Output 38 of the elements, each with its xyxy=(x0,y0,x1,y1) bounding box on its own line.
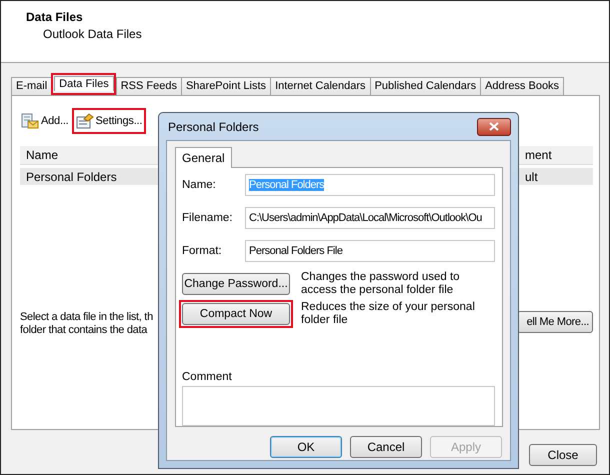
dialog-title: Personal Folders xyxy=(168,120,259,134)
tab[interactable]: SharePoint Lists xyxy=(180,77,272,95)
window-subtitle: Outlook Data Files xyxy=(43,27,142,41)
action-button[interactable]: Compact Now xyxy=(182,303,290,325)
hint-text: folder that contains the data xyxy=(20,324,148,337)
tell-me-more-button[interactable]: ell Me More... xyxy=(517,311,593,333)
tab[interactable]: E-mail xyxy=(11,77,52,95)
list-cell-text: Personal Folders xyxy=(25,170,118,184)
dialog-button[interactable]: OK xyxy=(270,436,342,458)
hint-text: Select a data file in the list, th xyxy=(20,311,154,324)
field-label: Name: xyxy=(182,179,217,191)
text-field[interactable]: Personal Folders File xyxy=(245,240,495,262)
window-title: Data Files xyxy=(26,10,83,24)
mail-icon xyxy=(21,113,39,129)
tab[interactable]: General xyxy=(175,147,232,168)
tab[interactable]: Published Calendars xyxy=(370,77,482,95)
list-cell-text: ult xyxy=(525,170,539,184)
document-icon xyxy=(76,113,94,129)
close-button[interactable] xyxy=(477,118,511,136)
column-header[interactable]: Name xyxy=(20,148,146,162)
close-button[interactable]: Close xyxy=(529,444,597,466)
text-field[interactable]: C:\Users\admin\AppData\Local\Microsoft\Outlook\Ou xyxy=(245,207,495,229)
tab[interactable]: Internet Calendars xyxy=(270,77,371,95)
close-icon xyxy=(489,122,499,131)
column-header[interactable]: ment xyxy=(525,148,593,162)
tab[interactable]: Address Books xyxy=(480,77,564,95)
tab[interactable]: Data Files xyxy=(54,76,114,91)
toolbar-button[interactable]: Add... xyxy=(20,111,70,131)
dialog-button[interactable]: Cancel xyxy=(350,436,422,458)
action-description: Changes the password used to access the personal folder file xyxy=(301,271,461,297)
field-label: Format: xyxy=(182,245,223,257)
action-description: Reduces the size of your personal folder file xyxy=(301,301,476,327)
comment-label: Comment xyxy=(182,371,232,383)
action-button[interactable]: Change Password... xyxy=(182,273,290,295)
tab[interactable]: RSS Feeds xyxy=(116,77,182,95)
comment-field[interactable] xyxy=(182,386,495,426)
toolbar-button[interactable]: Settings... xyxy=(74,111,144,131)
field-label: Filename: xyxy=(182,212,234,224)
